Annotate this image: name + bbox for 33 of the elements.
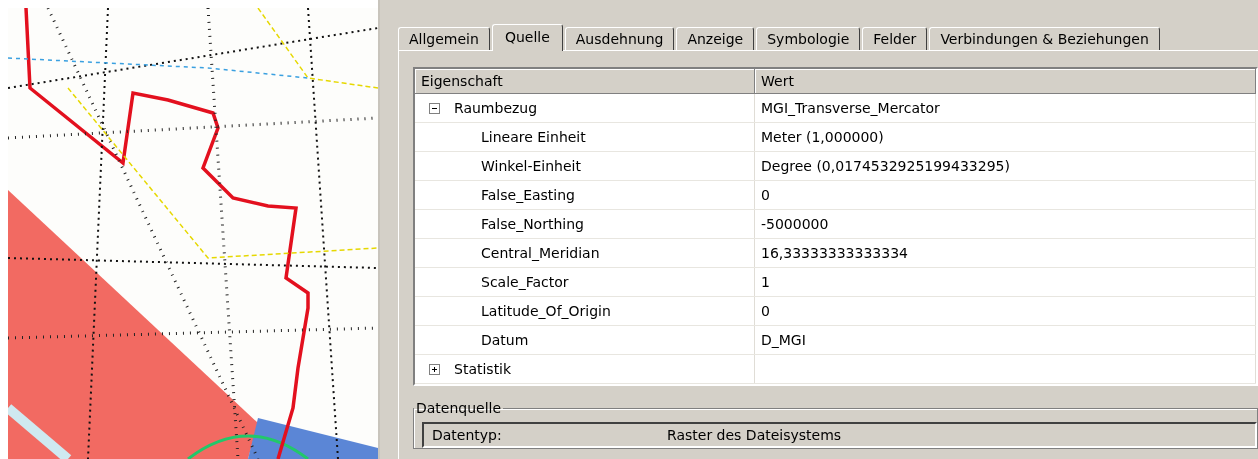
property-value: MGI_Transverse_Mercator xyxy=(761,100,940,116)
property-value: 0 xyxy=(761,187,770,203)
group-title: Datenquelle xyxy=(415,400,503,416)
collapse-icon[interactable] xyxy=(429,102,440,114)
tab[interactable]: Allgemein xyxy=(398,27,490,50)
expand-icon[interactable] xyxy=(429,363,440,375)
property-value: Meter (1,000000) xyxy=(761,129,884,145)
property-value: 0 xyxy=(761,303,770,319)
property-name: Statistik xyxy=(454,361,512,377)
tab[interactable]: Ausdehnung xyxy=(564,27,675,50)
field-value: Raster des Dateisystems xyxy=(667,427,843,443)
column-header[interactable]: Eigenschaft xyxy=(415,69,755,94)
tab[interactable]: Verbindungen & Beziehungen xyxy=(929,27,1160,50)
property-name: False_Northing xyxy=(481,216,584,232)
property-value: -5000000 xyxy=(761,216,829,232)
property-name: Raumbezug xyxy=(454,100,538,116)
property-name: Scale_Factor xyxy=(481,274,569,290)
property-name: False_Easting xyxy=(481,187,575,203)
column-header[interactable]: Wert xyxy=(755,69,1256,94)
property-name: Winkel-Einheit xyxy=(481,158,581,174)
property-value: D_MGI xyxy=(761,332,806,348)
property-value: 16,33333333333334 xyxy=(761,245,908,261)
field-label: Datentyp: xyxy=(432,427,503,443)
tab[interactable]: Felder xyxy=(862,27,928,50)
property-name: Central_Meridian xyxy=(481,245,600,261)
property-value: 1 xyxy=(761,274,770,290)
property-name: Latitude_Of_Origin xyxy=(481,303,611,319)
tab[interactable]: Symbologie xyxy=(756,27,861,50)
tab[interactable]: Anzeige xyxy=(676,27,755,50)
property-value: Degree (0,0174532925199433295) xyxy=(761,158,1010,174)
tab[interactable]: Quelle xyxy=(491,24,563,51)
property-name: Datum xyxy=(481,332,529,348)
property-name: Lineare Einheit xyxy=(481,129,586,145)
